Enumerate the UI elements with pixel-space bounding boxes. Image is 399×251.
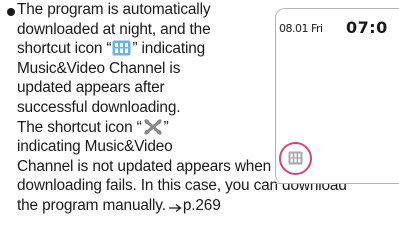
note-line-text: indicating Music&Video bbox=[17, 138, 173, 156]
note-line-text: downloaded at night, and the bbox=[17, 20, 211, 38]
note-line-text: Music&Video Channel is bbox=[17, 59, 181, 77]
note-line: the program manually. p.269 bbox=[17, 196, 347, 216]
note-line-text: successful downloading. bbox=[17, 98, 181, 116]
note-line-text: The shortcut icon “ bbox=[17, 118, 142, 136]
phone-screen-bottom-edge bbox=[275, 182, 399, 184]
note-line-text: shortcut icon “ bbox=[17, 40, 112, 58]
note-line-text: ” indicating bbox=[132, 40, 206, 58]
note-line-text: Channel is not updated appears when the bbox=[17, 157, 297, 175]
standby-date: 08.01 Fri bbox=[279, 22, 323, 35]
note-line-text: the program manually. bbox=[17, 196, 166, 214]
music-video-channel-shortcut-icon[interactable] bbox=[288, 151, 303, 170]
right-arrow-icon bbox=[168, 199, 182, 219]
note-line-text: The program is automatically bbox=[17, 1, 211, 18]
note-line-text: ” bbox=[163, 118, 169, 136]
standby-time: 07:0 bbox=[346, 18, 388, 37]
page-reference-link[interactable]: p.269 bbox=[183, 197, 221, 214]
note-line-text: updated appears after bbox=[17, 79, 165, 97]
bullet-point bbox=[7, 8, 15, 16]
